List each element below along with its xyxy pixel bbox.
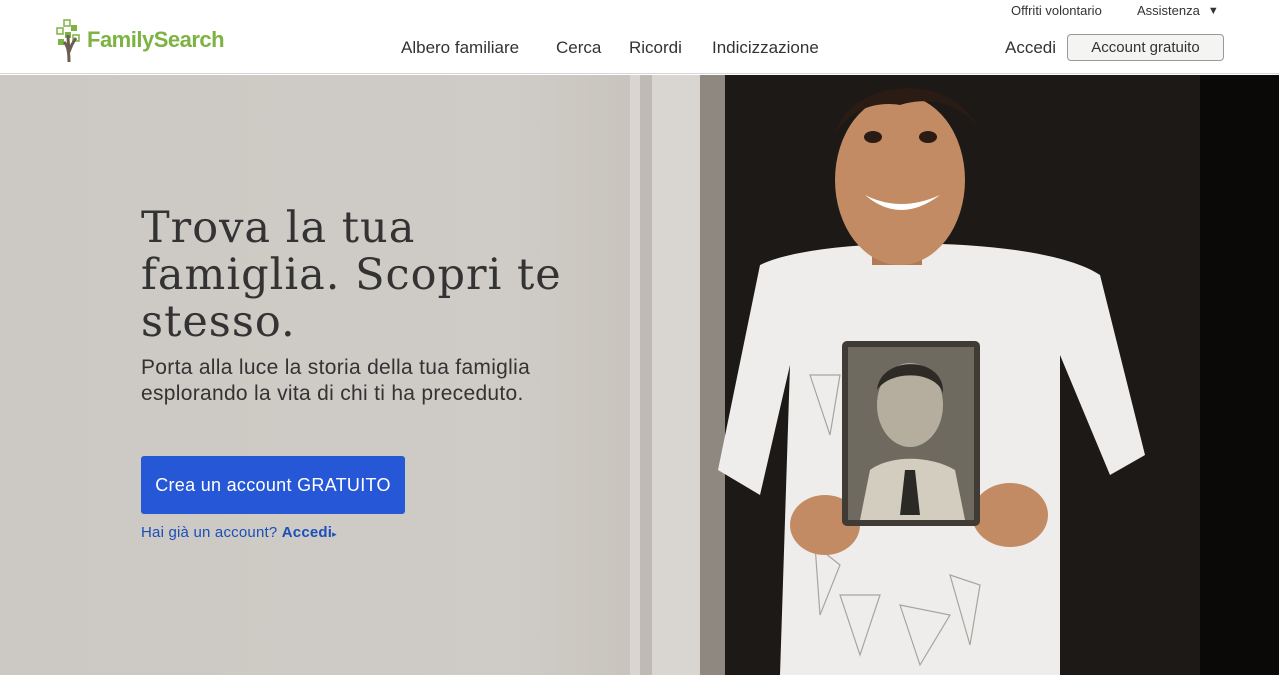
- family-tree-icon: [56, 19, 80, 62]
- page-bottom: [0, 675, 1279, 685]
- familysearch-logo[interactable]: FamilySearch: [55, 17, 225, 63]
- nav-indexing[interactable]: Indicizzazione: [712, 38, 819, 58]
- logo-text: FamilySearch: [87, 27, 225, 52]
- create-free-account-button[interactable]: Crea un account GRATUITO: [141, 456, 405, 514]
- have-account-text: Hai già un account?: [141, 524, 282, 541]
- volunteer-link[interactable]: Offriti volontario: [1011, 3, 1102, 18]
- help-label: Assistenza: [1137, 3, 1200, 18]
- hero-sign-in-link[interactable]: Accedi: [282, 524, 332, 541]
- nav-search[interactable]: Cerca: [556, 38, 601, 58]
- hero-subhead: Porta alla luce la storia della tua fami…: [141, 356, 531, 405]
- help-menu[interactable]: Assistenza ▼: [1137, 3, 1219, 18]
- have-account-row: Hai già un account? Accedi▸: [141, 524, 337, 541]
- sign-in-link[interactable]: Accedi: [1005, 38, 1056, 58]
- site-header: FamilySearch Offriti volontario Assisten…: [0, 0, 1279, 74]
- hero-headline: Trova la tua famiglia. Scopri te stesso.: [141, 203, 562, 347]
- arrow-right-icon: ▸: [332, 529, 337, 539]
- hero-section: Trova la tua famiglia. Scopri te stesso.…: [0, 75, 1279, 675]
- free-account-button[interactable]: Account gratuito: [1067, 34, 1224, 61]
- nav-memories[interactable]: Ricordi: [629, 38, 682, 58]
- caret-down-icon: ▼: [1207, 4, 1219, 17]
- nav-family-tree[interactable]: Albero familiare: [401, 38, 519, 58]
